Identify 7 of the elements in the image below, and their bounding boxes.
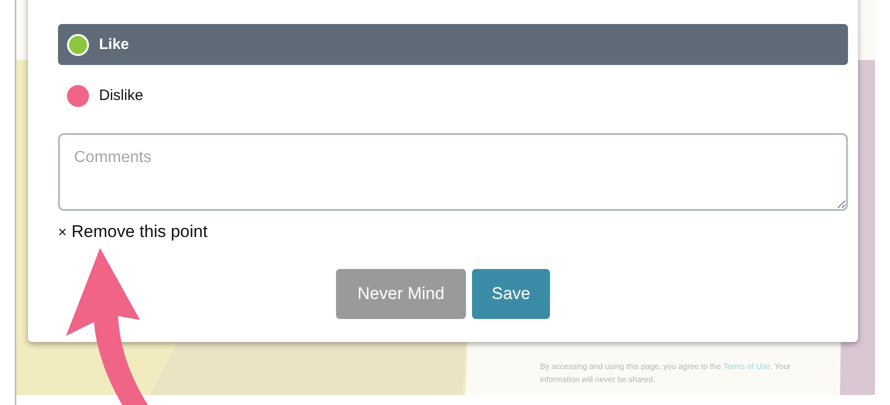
footer-text: By accessing and using this page, you agree to the Terms of Use. Your information will never be shared.: [540, 361, 792, 386]
comments-field[interactable]: Comments: [58, 133, 848, 211]
option-item[interactable]: Dislike: [58, 75, 848, 116]
save-button[interactable]: Save: [472, 269, 550, 319]
option-item[interactable]: Like: [58, 24, 848, 65]
remove-point-link[interactable]: × Remove this point: [58, 222, 208, 242]
cancel-button[interactable]: Never Mind: [336, 269, 466, 319]
